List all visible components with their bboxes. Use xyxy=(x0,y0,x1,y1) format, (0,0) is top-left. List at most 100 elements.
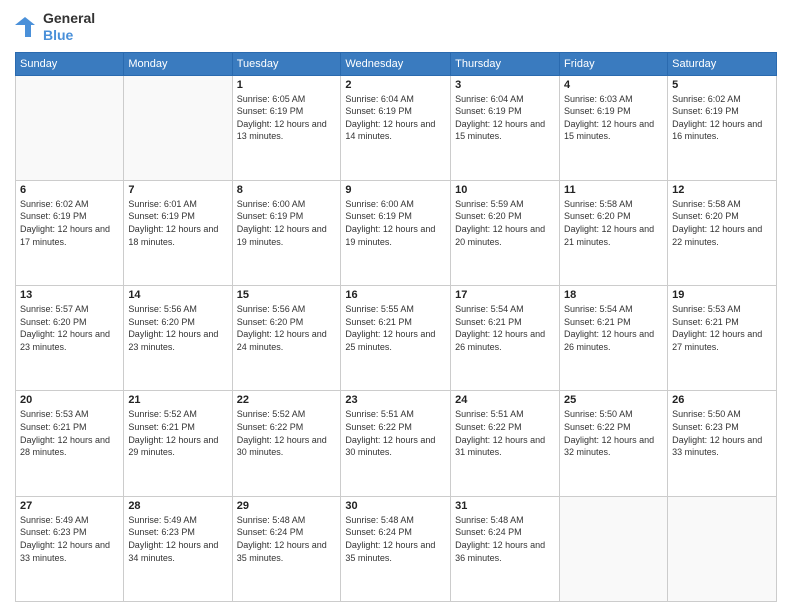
calendar-cell: 5 Sunrise: 6:02 AM Sunset: 6:19 PM Daylig… xyxy=(668,75,777,180)
day-number: 22 xyxy=(237,394,337,406)
calendar-cell: 3 Sunrise: 6:04 AM Sunset: 6:19 PM Daylig… xyxy=(451,75,560,180)
day-number: 23 xyxy=(345,394,446,406)
calendar-cell xyxy=(16,75,124,180)
calendar-cell: 8Sunrise: 6:00 AM Sunset: 6:19 PM Daylig… xyxy=(232,180,341,285)
day-info: Sunrise: 5:58 AM Sunset: 6:20 PM Dayligh… xyxy=(564,198,663,248)
day-header-monday: Monday xyxy=(124,52,232,75)
calendar-cell: 9Sunrise: 6:00 AM Sunset: 6:19 PM Daylig… xyxy=(341,180,451,285)
calendar-cell: 2Sunrise: 6:04 AM Sunset: 6:19 PM Daylig… xyxy=(341,75,451,180)
calendar-cell: 20Sunrise: 5:53 AM Sunset: 6:21 PM Dayli… xyxy=(16,391,124,496)
day-number: 16 xyxy=(345,289,446,301)
calendar-cell: 16 Sunrise: 5:55 AM Sunset: 6:21 PM Dayli… xyxy=(341,286,451,391)
day-number: 27 xyxy=(20,500,119,512)
day-number: 1 xyxy=(237,79,337,91)
calendar-header-row: SundayMondayTuesdayWednesdayThursdayFrid… xyxy=(16,52,777,75)
calendar-cell: 10 Sunrise: 5:59 AM Sunset: 6:20 PM Dayli… xyxy=(451,180,560,285)
day-info: Sunrise: 5:51 AM Sunset: 6:22 PM Dayligh… xyxy=(345,408,446,458)
day-info: Sunrise: 6:04 AM Sunset: 6:19 PM Dayligh… xyxy=(455,93,555,143)
day-info: Sunrise: 5:52 AM Sunset: 6:21 PM Dayligh… xyxy=(128,408,227,458)
day-info: Sunrise: 5:52 AM Sunset: 6:22 PM Dayligh… xyxy=(237,408,337,458)
logo-general-text: General xyxy=(43,10,95,27)
calendar-cell: 18 Sunrise: 5:54 AM Sunset: 6:21 PM Dayli… xyxy=(560,286,668,391)
calendar-week-2: 6 Sunrise: 6:02 AM Sunset: 6:19 PM Daylig… xyxy=(16,180,777,285)
calendar-cell xyxy=(668,496,777,601)
day-info: Sunrise: 5:50 AM Sunset: 6:23 PM Dayligh… xyxy=(672,408,772,458)
day-number: 12 xyxy=(672,184,772,196)
day-number: 18 xyxy=(564,289,663,301)
day-info: Sunrise: 5:48 AM Sunset: 6:24 PM Dayligh… xyxy=(237,514,337,564)
calendar-cell: 1 Sunrise: 6:05 AM Sunset: 6:19 PM Daylig… xyxy=(232,75,341,180)
day-header-wednesday: Wednesday xyxy=(341,52,451,75)
calendar-cell: 31 Sunrise: 5:48 AM Sunset: 6:24 PM Dayli… xyxy=(451,496,560,601)
day-number: 29 xyxy=(237,500,337,512)
logo: General Blue xyxy=(15,10,95,44)
calendar-cell: 12 Sunrise: 5:58 AM Sunset: 6:20 PM Dayli… xyxy=(668,180,777,285)
calendar-cell: 11 Sunrise: 5:58 AM Sunset: 6:20 PM Dayli… xyxy=(560,180,668,285)
day-info: Sunrise: 5:51 AM Sunset: 6:22 PM Dayligh… xyxy=(455,408,555,458)
day-info: Sunrise: 5:55 AM Sunset: 6:21 PM Dayligh… xyxy=(345,303,446,353)
day-number: 11 xyxy=(564,184,663,196)
calendar-table: SundayMondayTuesdayWednesdayThursdayFrid… xyxy=(15,52,777,602)
day-info: Sunrise: 5:59 AM Sunset: 6:20 PM Dayligh… xyxy=(455,198,555,248)
day-info: Sunrise: 6:00 AM Sunset: 6:19 PM Dayligh… xyxy=(237,198,337,248)
calendar-cell: 29 Sunrise: 5:48 AM Sunset: 6:24 PM Dayli… xyxy=(232,496,341,601)
day-number: 5 xyxy=(672,79,772,91)
logo-blue-text: Blue xyxy=(43,27,95,44)
day-info: Sunrise: 5:57 AM Sunset: 6:20 PM Dayligh… xyxy=(20,303,119,353)
day-number: 14 xyxy=(128,289,227,301)
day-info: Sunrise: 5:53 AM Sunset: 6:21 PM Dayligh… xyxy=(20,408,119,458)
day-number: 3 xyxy=(455,79,555,91)
calendar-cell: 19 Sunrise: 5:53 AM Sunset: 6:21 PM Dayli… xyxy=(668,286,777,391)
day-number: 26 xyxy=(672,394,772,406)
day-header-tuesday: Tuesday xyxy=(232,52,341,75)
day-number: 24 xyxy=(455,394,555,406)
calendar-cell: 17 Sunrise: 5:54 AM Sunset: 6:21 PM Dayli… xyxy=(451,286,560,391)
day-info: Sunrise: 6:02 AM Sunset: 6:19 PM Dayligh… xyxy=(20,198,119,248)
day-number: 7 xyxy=(128,184,227,196)
day-info: Sunrise: 6:02 AM Sunset: 6:19 PM Dayligh… xyxy=(672,93,772,143)
calendar-cell xyxy=(124,75,232,180)
day-number: 6 xyxy=(20,184,119,196)
day-info: Sunrise: 6:00 AM Sunset: 6:19 PM Dayligh… xyxy=(345,198,446,248)
day-number: 15 xyxy=(237,289,337,301)
calendar-cell: 24 Sunrise: 5:51 AM Sunset: 6:22 PM Dayli… xyxy=(451,391,560,496)
day-info: Sunrise: 5:56 AM Sunset: 6:20 PM Dayligh… xyxy=(128,303,227,353)
day-info: Sunrise: 5:54 AM Sunset: 6:21 PM Dayligh… xyxy=(564,303,663,353)
day-info: Sunrise: 5:50 AM Sunset: 6:22 PM Dayligh… xyxy=(564,408,663,458)
day-info: Sunrise: 6:05 AM Sunset: 6:19 PM Dayligh… xyxy=(237,93,337,143)
calendar-cell: 25 Sunrise: 5:50 AM Sunset: 6:22 PM Dayli… xyxy=(560,391,668,496)
day-header-thursday: Thursday xyxy=(451,52,560,75)
day-header-sunday: Sunday xyxy=(16,52,124,75)
calendar-week-4: 20Sunrise: 5:53 AM Sunset: 6:21 PM Dayli… xyxy=(16,391,777,496)
day-header-saturday: Saturday xyxy=(668,52,777,75)
day-number: 25 xyxy=(564,394,663,406)
day-number: 30 xyxy=(345,500,446,512)
calendar-cell: 22 Sunrise: 5:52 AM Sunset: 6:22 PM Dayli… xyxy=(232,391,341,496)
day-number: 19 xyxy=(672,289,772,301)
day-number: 28 xyxy=(128,500,227,512)
calendar-cell: 21Sunrise: 5:52 AM Sunset: 6:21 PM Dayli… xyxy=(124,391,232,496)
calendar-cell: 27 Sunrise: 5:49 AM Sunset: 6:23 PM Dayli… xyxy=(16,496,124,601)
day-info: Sunrise: 5:58 AM Sunset: 6:20 PM Dayligh… xyxy=(672,198,772,248)
day-info: Sunrise: 5:49 AM Sunset: 6:23 PM Dayligh… xyxy=(128,514,227,564)
day-info: Sunrise: 5:53 AM Sunset: 6:21 PM Dayligh… xyxy=(672,303,772,353)
calendar-week-5: 27 Sunrise: 5:49 AM Sunset: 6:23 PM Dayli… xyxy=(16,496,777,601)
day-info: Sunrise: 5:48 AM Sunset: 6:24 PM Dayligh… xyxy=(345,514,446,564)
day-number: 4 xyxy=(564,79,663,91)
calendar-cell: 15 Sunrise: 5:56 AM Sunset: 6:20 PM Dayli… xyxy=(232,286,341,391)
calendar-cell: 30 Sunrise: 5:48 AM Sunset: 6:24 PM Dayli… xyxy=(341,496,451,601)
day-info: Sunrise: 6:03 AM Sunset: 6:19 PM Dayligh… xyxy=(564,93,663,143)
calendar-cell: 4 Sunrise: 6:03 AM Sunset: 6:19 PM Daylig… xyxy=(560,75,668,180)
day-number: 31 xyxy=(455,500,555,512)
day-number: 17 xyxy=(455,289,555,301)
calendar-cell: 23 Sunrise: 5:51 AM Sunset: 6:22 PM Dayli… xyxy=(341,391,451,496)
day-info: Sunrise: 5:56 AM Sunset: 6:20 PM Dayligh… xyxy=(237,303,337,353)
day-number: 10 xyxy=(455,184,555,196)
day-info: Sunrise: 5:48 AM Sunset: 6:24 PM Dayligh… xyxy=(455,514,555,564)
page: General Blue SundayMondayTuesdayWednesda… xyxy=(0,0,792,612)
header: General Blue xyxy=(15,10,777,44)
day-info: Sunrise: 5:54 AM Sunset: 6:21 PM Dayligh… xyxy=(455,303,555,353)
day-number: 2 xyxy=(345,79,446,91)
day-header-friday: Friday xyxy=(560,52,668,75)
day-info: Sunrise: 5:49 AM Sunset: 6:23 PM Dayligh… xyxy=(20,514,119,564)
